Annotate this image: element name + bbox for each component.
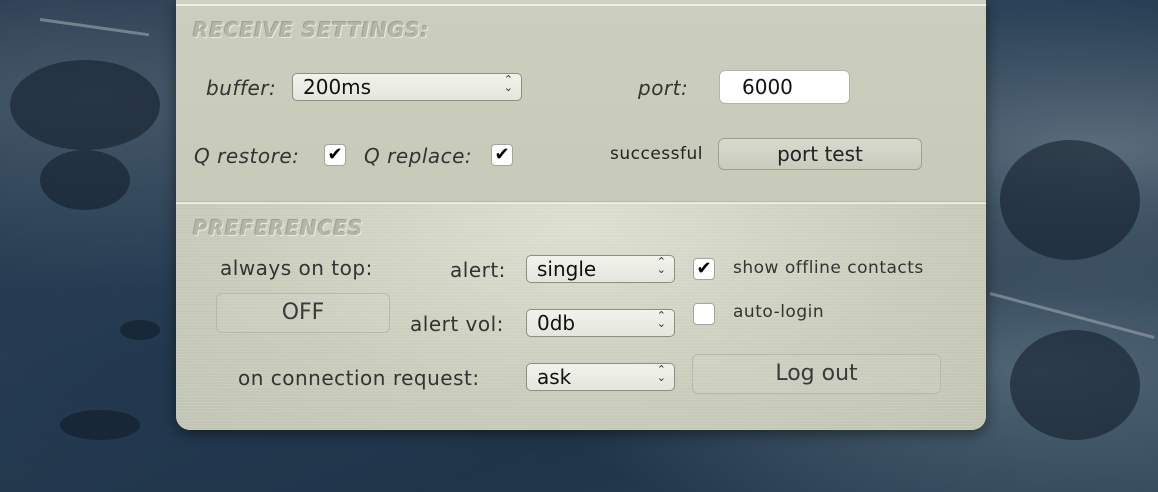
up-down-chevron-icon: ⌃ ⌄ (656, 363, 666, 384)
alert-vol-select[interactable]: 0db ⌃ ⌄ (526, 309, 675, 337)
port-input[interactable]: 6000 (719, 70, 850, 104)
up-down-chevron-icon: ⌃ ⌄ (656, 255, 666, 276)
connection-request-label: on connection request: (238, 366, 480, 390)
buffer-select-value: 200ms (303, 75, 372, 99)
alert-select[interactable]: single ⌃ ⌄ (526, 255, 675, 283)
up-down-chevron-icon: ⌃ ⌄ (503, 73, 513, 94)
show-offline-checkbox[interactable]: ✔ (693, 258, 715, 280)
show-offline-label: show offline contacts (733, 258, 924, 278)
preferences-panel: RECEIVE SETTINGS: buffer: 200ms ⌃ ⌄ port:… (176, 0, 986, 430)
connection-request-select[interactable]: ask ⌃ ⌄ (526, 363, 675, 391)
preferences-section: PREFERENCES always on top: OFF alert: si… (176, 204, 986, 430)
checkmark-icon: ✔ (696, 258, 712, 279)
q-restore-label: Q restore: (194, 144, 300, 168)
preferences-title: PREFERENCES (193, 216, 364, 240)
checkmark-icon: ✔ (494, 144, 510, 165)
buffer-select[interactable]: 200ms ⌃ ⌄ (292, 73, 522, 101)
port-test-button[interactable]: port test (718, 138, 922, 170)
q-replace-label: Q replace: (364, 144, 473, 168)
always-on-top-toggle[interactable]: OFF (216, 293, 390, 333)
alert-vol-label: alert vol: (410, 312, 504, 336)
auto-login-label: auto-login (733, 302, 825, 322)
q-restore-checkbox[interactable]: ✔ (324, 144, 346, 166)
log-out-button[interactable]: Log out (692, 354, 941, 394)
connection-request-select-value: ask (537, 365, 572, 389)
alert-vol-select-value: 0db (537, 311, 576, 335)
port-test-status: successful (610, 144, 703, 164)
receive-settings-title: RECEIVE SETTINGS: (193, 18, 430, 42)
up-down-chevron-icon: ⌃ ⌄ (656, 309, 666, 330)
auto-login-checkbox[interactable] (693, 303, 715, 325)
alert-select-value: single (537, 257, 597, 281)
receive-settings-section: RECEIVE SETTINGS: buffer: 200ms ⌃ ⌄ port:… (176, 6, 986, 202)
alert-label: alert: (450, 258, 506, 282)
buffer-label: buffer: (206, 76, 277, 100)
always-on-top-label: always on top: (220, 256, 373, 280)
checkmark-icon: ✔ (327, 144, 343, 165)
q-replace-checkbox[interactable]: ✔ (491, 144, 513, 166)
port-label: port: (638, 76, 689, 100)
